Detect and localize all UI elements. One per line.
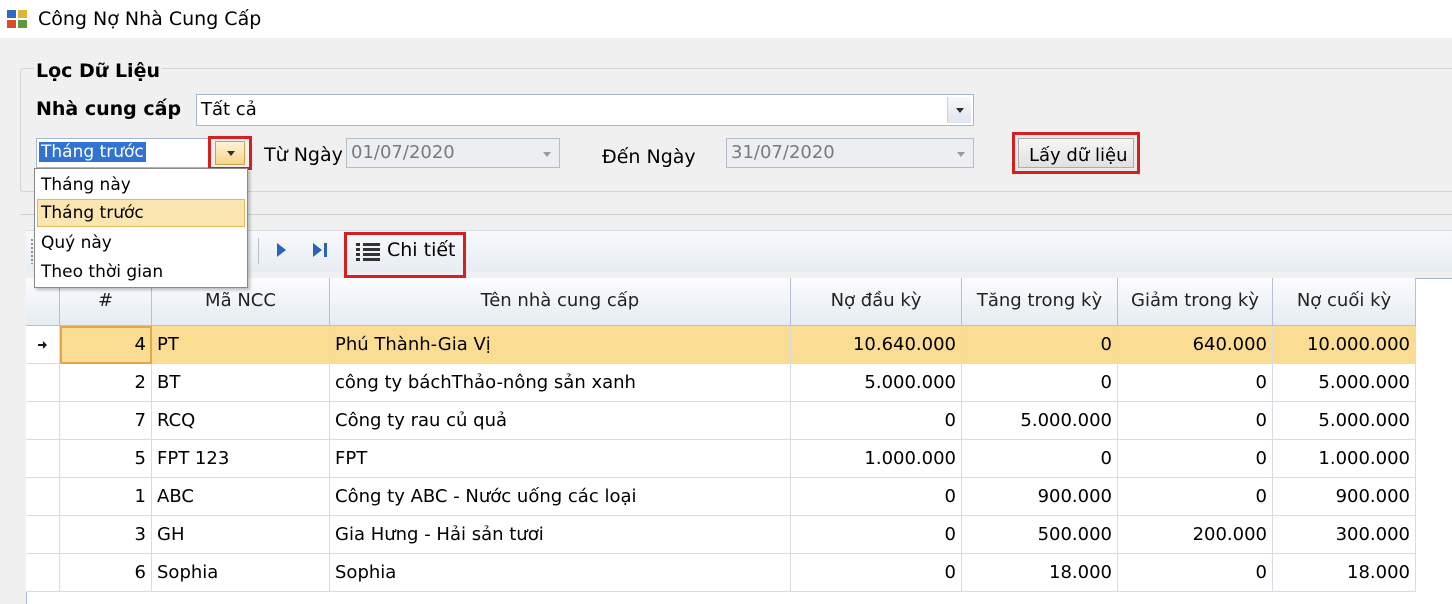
chevron-down-icon [227,151,235,156]
cell-increase[interactable]: 5.000.000 [962,402,1118,440]
cell-decrease[interactable]: 0 [1118,440,1273,478]
to-date-picker[interactable]: 31/07/2020 [726,138,974,168]
col-header-closing[interactable]: Nợ cuối kỳ [1273,278,1416,326]
next-record-icon[interactable] [270,238,292,262]
cell-name[interactable]: Công ty ABC - Nước uống các loại [330,478,791,516]
row-indicator[interactable] [26,440,60,478]
cell-increase[interactable]: 0 [962,364,1118,402]
cell-code[interactable]: PT [152,326,330,364]
cell-increase[interactable]: 900.000 [962,478,1118,516]
cell-closing[interactable]: 10.000.000 [1273,326,1416,364]
cell-opening[interactable]: 0 [791,516,962,554]
cell-index[interactable]: 6 [60,554,152,592]
cell-name[interactable]: công ty báchThảo-nông sản xanh [330,364,791,402]
cell-decrease[interactable]: 0 [1118,478,1273,516]
chevron-down-icon [543,152,551,157]
period-option-this-quarter[interactable]: Quý này [37,229,245,257]
cell-opening[interactable]: 10.640.000 [791,326,962,364]
title-bar: Công Nợ Nhà Cung Cấp [0,0,1452,38]
cell-closing[interactable]: 5.000.000 [1273,364,1416,402]
period-option-this-month[interactable]: Tháng này [37,171,245,199]
period-combo-dropdown-button[interactable] [208,136,252,170]
cell-opening[interactable]: 5.000.000 [791,364,962,402]
cell-code[interactable]: Sophia [152,554,330,592]
cell-opening[interactable]: 0 [791,478,962,516]
cell-decrease[interactable]: 0 [1118,402,1273,440]
detail-label: Chi tiết [387,239,456,261]
col-header-opening[interactable]: Nợ đầu kỳ [791,278,962,326]
cell-name[interactable]: Gia Hưng - Hải sản tươi [330,516,791,554]
cell-decrease[interactable]: 640.000 [1118,326,1273,364]
from-date-dropdown-button[interactable] [535,141,557,165]
cell-decrease[interactable]: 0 [1118,554,1273,592]
cell-name[interactable]: Công ty rau củ quả [330,402,791,440]
cell-index[interactable]: 5 [60,440,152,478]
col-header-name[interactable]: Tên nhà cung cấp [330,278,791,326]
col-header-decrease[interactable]: Giảm trong kỳ [1118,278,1273,326]
fetch-data-button-face: Lấy dữ liệu [1018,138,1134,168]
cell-index[interactable]: 7 [60,402,152,440]
supplier-label: Nhà cung cấp [36,98,182,120]
period-dropdown-list: Tháng này Tháng trước Quý này Theo thời … [34,168,248,288]
col-header-increase[interactable]: Tăng trong kỳ [962,278,1118,326]
filter-group-title: Lọc Dữ Liệu [34,60,162,82]
fetch-data-label: Lấy dữ liệu [1029,145,1128,166]
fetch-data-button[interactable]: Lấy dữ liệu [1012,132,1140,174]
period-combo-button-face [215,141,245,165]
current-row-arrow-icon [38,341,47,349]
row-indicator[interactable] [26,478,60,516]
supplier-combo-value: Tất cả [201,99,257,120]
from-date-picker[interactable]: 01/07/2020 [346,138,560,168]
cell-index[interactable]: 3 [60,516,152,554]
cell-opening[interactable]: 0 [791,402,962,440]
supplier-combo-dropdown-button[interactable] [947,97,971,123]
row-indicator[interactable] [26,516,60,554]
cell-code[interactable]: BT [152,364,330,402]
cell-name[interactable]: Phú Thành-Gia Vị [330,326,791,364]
period-option-custom-range[interactable]: Theo thời gian [37,258,245,286]
cell-increase[interactable]: 18.000 [962,554,1118,592]
cell-opening[interactable]: 0 [791,554,962,592]
list-icon [356,243,380,261]
cell-increase[interactable]: 0 [962,326,1118,364]
row-indicator[interactable] [26,364,60,402]
toolbar-separator [258,238,259,264]
cell-closing[interactable]: 300.000 [1273,516,1416,554]
window-title: Công Nợ Nhà Cung Cấp [38,8,262,30]
period-combo-value: Tháng trước [39,142,146,162]
cell-closing[interactable]: 18.000 [1273,554,1416,592]
app-icon [7,10,27,28]
detail-button[interactable]: Chi tiết [344,232,466,278]
row-indicator[interactable] [26,402,60,440]
to-date-label: Đến Ngày [602,146,696,168]
cell-index[interactable]: 2 [60,364,152,402]
cell-increase[interactable]: 500.000 [962,516,1118,554]
cell-opening[interactable]: 1.000.000 [791,440,962,478]
row-indicator[interactable] [26,554,60,592]
cell-decrease[interactable]: 200.000 [1118,516,1273,554]
chevron-down-icon [957,152,965,157]
cell-code[interactable]: GH [152,516,330,554]
cell-closing[interactable]: 1.000.000 [1273,440,1416,478]
period-option-last-month[interactable]: Tháng trước [37,199,245,227]
to-date-dropdown-button[interactable] [949,141,971,165]
cell-closing[interactable]: 900.000 [1273,478,1416,516]
cell-name[interactable]: Sophia [330,554,791,592]
cell-index[interactable]: 1 [60,478,152,516]
last-record-icon[interactable] [308,238,332,262]
cell-code[interactable]: RCQ [152,402,330,440]
from-date-value: 01/07/2020 [351,142,455,163]
cell-index[interactable]: 4 [60,326,152,364]
from-date-label: Từ Ngày [264,144,343,166]
cell-code[interactable]: FPT 123 [152,440,330,478]
cell-decrease[interactable]: 0 [1118,364,1273,402]
cell-code[interactable]: ABC [152,478,330,516]
cell-increase[interactable]: 0 [962,440,1118,478]
to-date-value: 31/07/2020 [731,142,835,163]
chevron-down-icon [956,108,964,113]
cell-name[interactable]: FPT [330,440,791,478]
cell-closing[interactable]: 5.000.000 [1273,402,1416,440]
supplier-combo[interactable]: Tất cả [196,94,974,126]
